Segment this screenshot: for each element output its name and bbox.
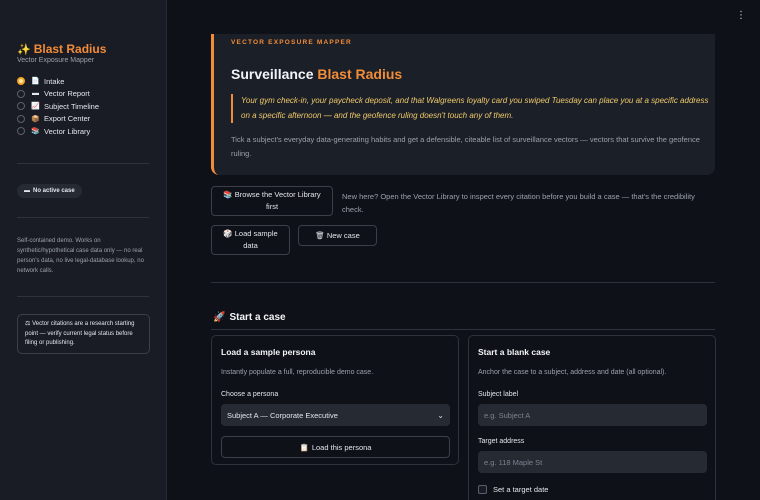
- target-date-toggle[interactable]: Set a target date: [478, 485, 548, 494]
- subject-input[interactable]: [478, 404, 707, 426]
- browse-library-button[interactable]: 📚 Browse the Vector Library first: [211, 186, 333, 216]
- divider: [211, 282, 715, 283]
- page-title: Surveillance Blast Radius: [231, 66, 402, 82]
- app-brand: ✨ Blast Radius: [17, 42, 106, 56]
- load-persona-button[interactable]: 📋 Load this persona: [221, 436, 450, 458]
- status-badge: ▬ No active case: [17, 184, 82, 198]
- radio[interactable]: [17, 89, 25, 98]
- chart-icon: 📈: [31, 103, 40, 111]
- document-icon: 📄: [31, 78, 40, 86]
- divider: [17, 296, 149, 297]
- dice-icon: 🎲: [223, 229, 233, 238]
- divider: [17, 217, 149, 218]
- folder-icon: ▬: [32, 90, 39, 98]
- sparkle-icon: ✨: [17, 43, 31, 56]
- books-icon: 📚: [31, 128, 40, 136]
- load-persona-label: Load this persona: [311, 442, 372, 452]
- sample-label: Load sample data: [234, 229, 278, 250]
- persona-card: Load a sample persona Instantly populate…: [211, 335, 459, 465]
- section-title: 🚀 Start a case: [213, 312, 286, 323]
- sidebar-item-export-center[interactable]: 📦 Export Center: [17, 113, 157, 126]
- chevron-down-icon: ⌄: [437, 410, 444, 420]
- hero-description: Tick a subject's everyday data-generatin…: [231, 135, 700, 158]
- section-title-label: Start a case: [229, 312, 286, 323]
- trash-icon: 🗑: [315, 230, 325, 240]
- sidebar-nav: 📄 Intake ▬ Vector Report 📈 Subject Timel…: [17, 75, 157, 138]
- persona-select-label: Choose a persona: [221, 391, 279, 398]
- sidebar-item-vector-library[interactable]: 📚 Vector Library: [17, 125, 157, 138]
- books-icon: 📚: [223, 190, 233, 199]
- blank-case-card: Start a blank case Anchor the case to a …: [468, 335, 716, 500]
- clipboard-icon: 📋: [299, 442, 309, 452]
- radio[interactable]: [17, 102, 25, 111]
- browse-label: Browse the Vector Library first: [234, 190, 321, 211]
- radio[interactable]: [17, 127, 25, 136]
- warning-text: Vector citations are a research starting…: [25, 321, 135, 346]
- sidebar-item-subject-timeline[interactable]: 📈 Subject Timeline: [17, 100, 157, 113]
- card-title: Start a blank case: [478, 347, 551, 357]
- divider: [211, 329, 715, 330]
- radio-selected[interactable]: [17, 77, 25, 86]
- hero-quote: Your gym check-in, your paycheck deposit…: [231, 94, 709, 123]
- sidebar-item-label: Subject Timeline: [44, 101, 100, 111]
- divider: [17, 163, 149, 164]
- hero-eyebrow: VECTOR EXPOSURE MAPPER: [231, 39, 352, 46]
- brand-subtitle: Vector Exposure Mapper: [17, 57, 95, 64]
- sidebar: ✨ Blast Radius Vector Exposure Mapper 📄 …: [0, 0, 167, 500]
- hero-card: VECTOR EXPOSURE MAPPER Surveillance Blas…: [211, 34, 715, 175]
- sidebar-item-label: Export Center: [44, 114, 91, 124]
- load-sample-button[interactable]: 🎲 Load sample data: [211, 225, 290, 255]
- package-icon: 📦: [31, 115, 40, 123]
- title-accent: Blast Radius: [317, 66, 403, 82]
- sidebar-item-label: Vector Library: [44, 126, 91, 136]
- sidebar-item-label: Intake: [44, 76, 65, 86]
- rocket-icon: 🚀: [213, 312, 226, 323]
- title-plain: Surveillance: [231, 66, 314, 82]
- checkbox[interactable]: [478, 485, 487, 494]
- scales-icon: ⚖: [25, 321, 31, 327]
- brand-title: Blast Radius: [33, 42, 107, 56]
- persona-select-value: Subject A — Corporate Executive: [227, 410, 338, 420]
- demo-note: Self-contained demo. Works on synthetic/…: [17, 238, 144, 274]
- radio[interactable]: [17, 114, 25, 123]
- subject-label: Subject label: [478, 391, 519, 398]
- card-description: Instantly populate a full, reproducible …: [221, 369, 374, 376]
- persona-select[interactable]: Subject A — Corporate Executive ⌄: [221, 404, 450, 426]
- new-case-button[interactable]: 🗑 New case: [298, 225, 377, 246]
- kebab-menu-icon[interactable]: ⋮: [736, 10, 746, 21]
- sidebar-item-vector-report[interactable]: ▬ Vector Report: [17, 88, 157, 101]
- new-case-label: New case: [326, 230, 360, 240]
- helper-text: New here? Open the Vector Library to ins…: [342, 192, 695, 214]
- sidebar-item-label: Vector Report: [44, 89, 90, 99]
- checkbox-label: Set a target date: [493, 485, 549, 494]
- address-input[interactable]: [478, 451, 707, 473]
- folder-icon: ▬: [24, 188, 30, 194]
- card-title: Load a sample persona: [221, 347, 316, 357]
- warning-callout: ⚖ Vector citations are a research starti…: [17, 314, 150, 354]
- card-description: Anchor the case to a subject, address an…: [478, 369, 667, 376]
- address-label: Target address: [478, 438, 525, 445]
- sidebar-item-intake[interactable]: 📄 Intake: [17, 75, 157, 88]
- case-status-label: No active case: [33, 188, 75, 194]
